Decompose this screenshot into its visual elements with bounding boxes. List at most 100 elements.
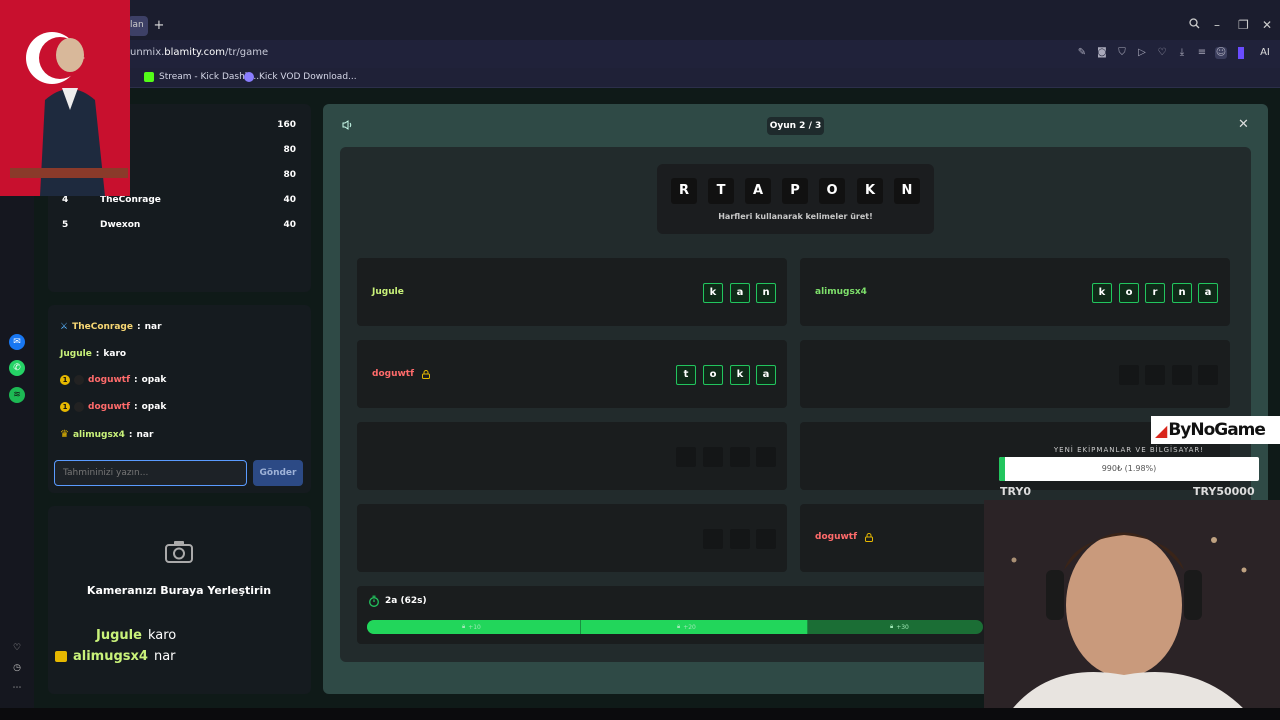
bonus-label: 🔒︎ +20 — [677, 623, 696, 631]
close-window-icon[interactable]: ✕ — [1262, 18, 1272, 32]
browser-tab[interactable]: lan — [128, 16, 148, 36]
empty-tile — [730, 529, 750, 549]
sponsor-mark-icon: ◢ — [1155, 420, 1167, 440]
word-tile: n — [1172, 283, 1192, 303]
empty-tile — [756, 529, 776, 549]
letter-tile: O — [819, 178, 845, 204]
more-icon[interactable]: ⋯ — [9, 680, 25, 696]
bookmark-label: Kick VOD Download... — [259, 72, 357, 82]
play-icon[interactable]: ▷ — [1136, 47, 1148, 59]
chat-text: nar — [136, 429, 154, 440]
word-slot — [800, 340, 1230, 408]
word-tile: n — [756, 283, 776, 303]
speaker-icon[interactable] — [342, 120, 353, 133]
heart-icon[interactable]: ♡ — [1156, 47, 1168, 59]
bottom-bar — [0, 708, 1280, 720]
overlay-chat-line: Jugule karo — [96, 628, 176, 643]
lock-icon — [422, 369, 431, 379]
bookmark-kick-dashboard[interactable]: Stream - Kick Dashb... — [144, 72, 259, 82]
leaderboard-row: 5 Dwexon 40 — [62, 220, 296, 230]
letter-tile: R — [671, 178, 697, 204]
overlay-chat-text: karo — [147, 628, 177, 643]
chat-message: ♛ alimugsx4: nar — [60, 429, 154, 440]
empty-tile — [1172, 365, 1192, 385]
bookmark-kick-vod[interactable]: Kick VOD Download... — [244, 72, 357, 82]
chat-message: 1 doguwtf: opak — [60, 402, 166, 412]
slot-player-name: doguwtf — [815, 532, 858, 542]
spotify-icon[interactable]: ≋ — [9, 387, 25, 403]
shield-icon[interactable]: ⛉ — [1116, 47, 1128, 59]
chat-text: opak — [141, 375, 167, 385]
word-tile: a — [756, 365, 776, 385]
goal-max: TRY50000 — [1193, 485, 1255, 498]
overlay-chat-text: nar — [153, 649, 176, 664]
menu-icon[interactable]: ≡ — [1196, 47, 1208, 59]
sponsor-logo: ◢ ByNoGame — [1151, 416, 1280, 444]
tab-bar — [0, 0, 1280, 40]
camera-panel — [48, 506, 311, 694]
empty-tile — [1198, 365, 1218, 385]
sword-icon: ⚔ — [60, 322, 69, 332]
camera-placeholder-text: Kameranızı Buraya Yerleştirin — [86, 584, 272, 597]
crown-icon — [55, 651, 67, 662]
empty-tile — [756, 447, 776, 467]
empty-tile — [703, 447, 723, 467]
chat-message: 1 doguwtf: opak — [60, 375, 166, 385]
overlay-chat-user: alimugsx4 — [73, 649, 148, 664]
goal-title: YENİ EKİPMANLAR VE BİLGİSAYAR! — [1053, 446, 1205, 454]
edit-icon[interactable]: ✎ — [1076, 47, 1088, 59]
time-progress-bar: 🔒︎ +10 🔒︎ +20 🔒︎ +30 — [367, 620, 983, 634]
ai-label: AI — [1260, 47, 1270, 58]
send-button[interactable]: Gönder — [253, 460, 303, 486]
empty-tile — [730, 447, 750, 467]
badge-icon: 1 — [60, 402, 70, 412]
crown-icon: ♛ — [60, 429, 69, 440]
search-tabs-icon[interactable] — [1189, 18, 1200, 32]
chat-user: Jugule — [60, 349, 92, 359]
history-icon[interactable]: ◷ — [9, 660, 25, 676]
new-tab-button[interactable]: + — [151, 18, 167, 34]
minimize-icon[interactable]: – — [1214, 18, 1220, 32]
letter-tile: A — [745, 178, 771, 204]
word-tile: a — [1198, 283, 1218, 303]
camera-icon[interactable]: ◙ — [1096, 47, 1108, 59]
progress-divider — [807, 620, 808, 634]
maximize-icon[interactable]: ❐ — [1238, 18, 1249, 32]
camera-icon — [165, 541, 193, 563]
word-tile: k — [730, 365, 750, 385]
slot-player: doguwtf — [815, 532, 874, 542]
webcam-overlay — [984, 500, 1280, 720]
chat-message: Jugule: karo — [60, 349, 127, 359]
flag-portrait-overlay — [0, 0, 130, 196]
chat-text: opak — [141, 402, 167, 412]
infinity-icon — [244, 72, 254, 82]
round-label: Oyun 2 / 3 — [767, 117, 824, 135]
slot-player: Jugule — [372, 287, 404, 297]
download-icon[interactable]: ⤓ — [1176, 47, 1188, 59]
url-field[interactable]: unmix.blamity.com/tr/game — [130, 47, 268, 58]
empty-tile — [1119, 365, 1139, 385]
hint-text: Harfleri kullanarak kelimeler üret! — [718, 212, 873, 221]
chat-text: nar — [144, 322, 162, 332]
goal-min: TRY0 — [1000, 485, 1031, 498]
empty-tile — [676, 447, 696, 467]
word-tile: k — [703, 283, 723, 303]
avatar — [74, 402, 84, 412]
heart-icon[interactable]: ♡ — [9, 640, 25, 656]
word-tile: o — [1119, 283, 1139, 303]
overlay-chat-line: alimugsx4 nar — [55, 649, 176, 664]
overlay-chat-user: Jugule — [96, 628, 142, 643]
ai-button[interactable]: AI — [1254, 47, 1276, 59]
profile-icon[interactable]: ☺ — [1215, 47, 1227, 59]
messenger-icon[interactable]: ✉ — [9, 334, 25, 350]
bonus-label: 🔒︎ +10 — [462, 623, 481, 631]
guess-input[interactable] — [54, 460, 247, 486]
extension-icon[interactable] — [1238, 47, 1244, 59]
time-progress-fill — [367, 620, 808, 634]
whatsapp-icon[interactable]: ✆ — [9, 360, 25, 376]
word-tile: r — [1145, 283, 1165, 303]
progress-divider — [580, 620, 581, 634]
lock-icon: 🔒︎ — [890, 623, 894, 630]
lock-icon — [865, 532, 874, 542]
close-icon[interactable]: ✕ — [1238, 117, 1249, 132]
